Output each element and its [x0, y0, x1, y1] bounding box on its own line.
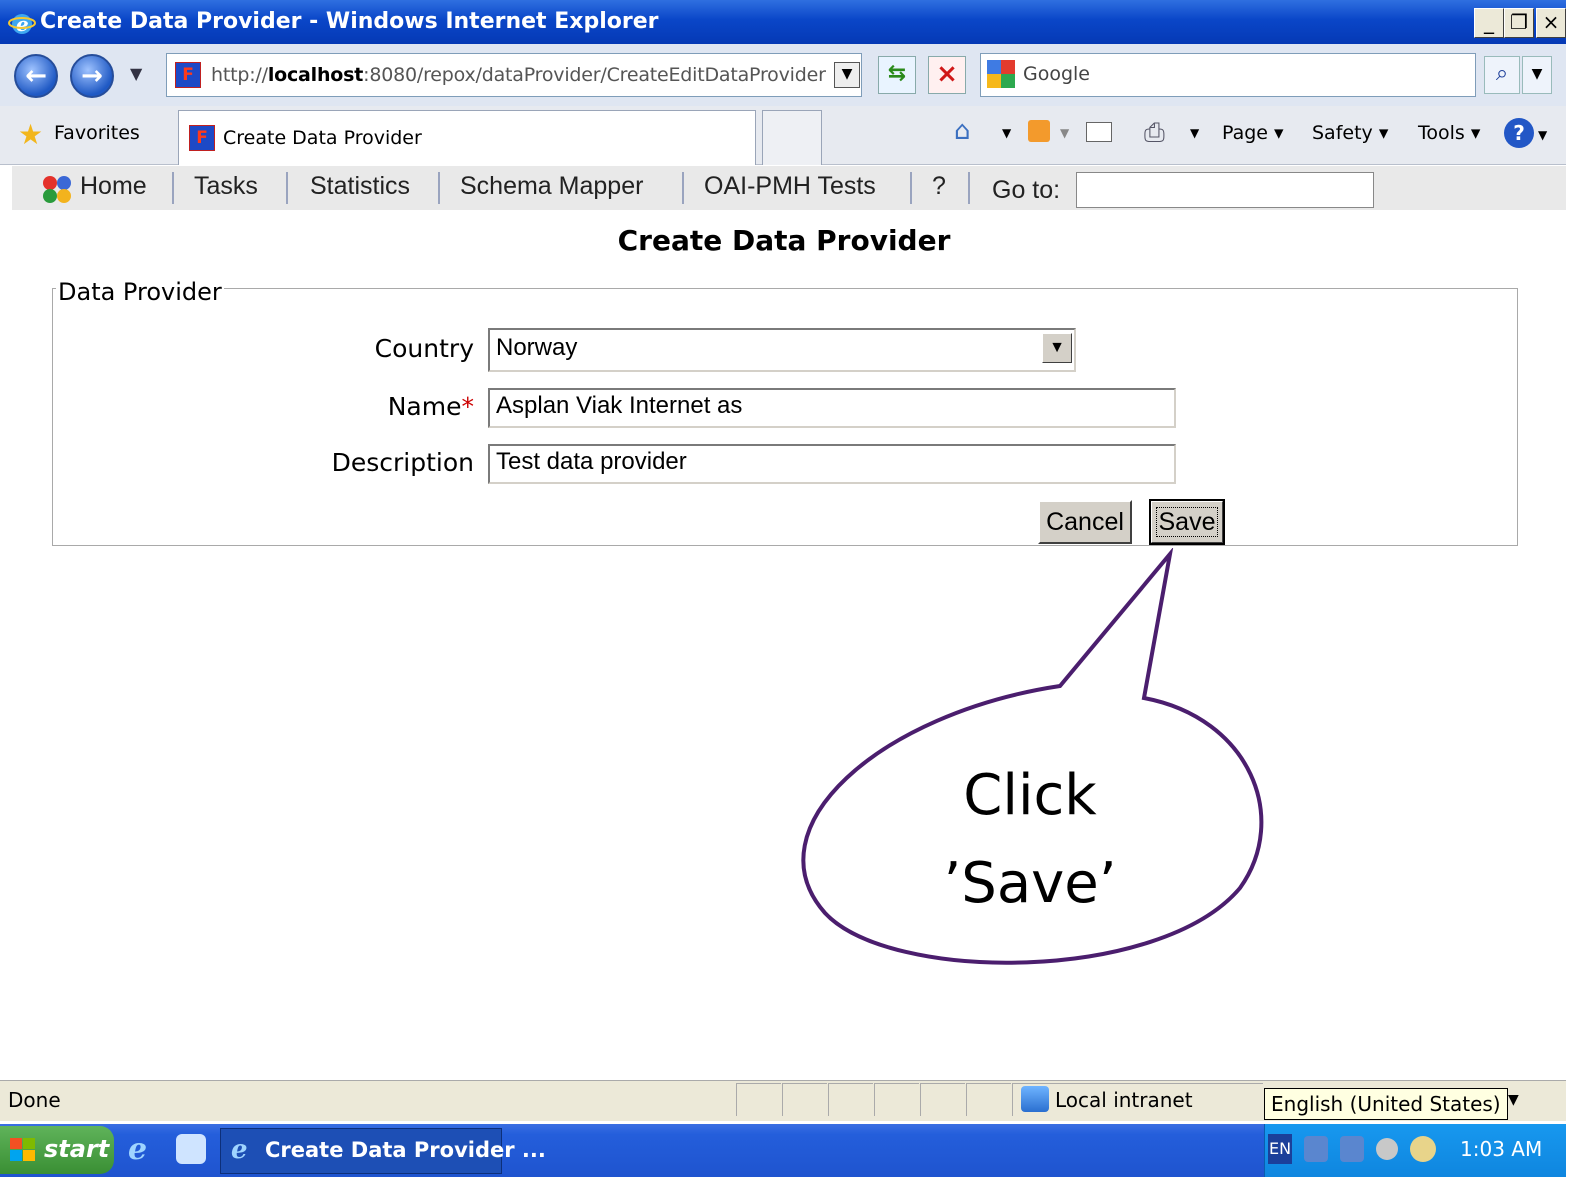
page-menu[interactable]: Page ▾ [1222, 122, 1284, 144]
nav-separator [910, 172, 912, 204]
new-tab-button[interactable] [762, 110, 822, 165]
taskbar-ie-icon: e [231, 1135, 248, 1165]
country-label: Country [374, 334, 474, 363]
search-options-icon[interactable]: ▼ [1522, 56, 1552, 94]
history-dropdown-icon[interactable]: ▼ [130, 64, 142, 83]
quicklaunch-ie-icon[interactable]: e [128, 1132, 162, 1167]
callout-line-1: Click [963, 763, 1097, 828]
close-window-button[interactable]: × [1536, 8, 1566, 38]
tab-title: Create Data Provider [223, 127, 422, 149]
country-value: Norway [496, 334, 578, 361]
intranet-zone-icon [1021, 1086, 1049, 1112]
callout-line-2: ’Save’ [943, 851, 1117, 916]
page-title: Create Data Provider [617, 224, 951, 257]
refresh-icon[interactable]: ⇆ [878, 56, 916, 94]
status-text: Done [8, 1088, 61, 1112]
minimize-button[interactable]: _ [1474, 8, 1504, 38]
taskbar-item-label: Create Data Provider ... [265, 1138, 546, 1162]
zone-cell[interactable]: Local intranet [1012, 1083, 1263, 1116]
nav-separator [682, 172, 684, 204]
name-label: Name* [387, 392, 475, 421]
nav-home[interactable]: Home [80, 172, 147, 201]
required-marker: * [461, 392, 475, 421]
search-placeholder: Google [1023, 63, 1091, 85]
help-icon[interactable]: ? [1504, 118, 1534, 148]
goto-label: Go to: [992, 176, 1061, 204]
nav-separator [286, 172, 288, 204]
zone-text: Local intranet [1055, 1088, 1193, 1112]
network-icon[interactable] [1304, 1136, 1328, 1162]
start-button[interactable]: start [0, 1126, 114, 1174]
save-button[interactable]: Save [1149, 499, 1225, 545]
nav-separator [968, 172, 970, 204]
nav-help[interactable]: ? [932, 172, 946, 201]
nav-statistics[interactable]: Statistics [310, 172, 410, 201]
status-cell [920, 1083, 965, 1116]
window-title-bar[interactable]: e Create Data Provider - Windows Interne… [0, 0, 1568, 44]
safety-menu[interactable]: Safety ▾ [1312, 122, 1388, 144]
browser-tab-active[interactable]: F Create Data Provider [178, 110, 756, 165]
description-label: Description [331, 448, 474, 477]
chevron-down-icon[interactable]: ▼ [1042, 333, 1072, 363]
search-input[interactable]: Google [980, 53, 1476, 97]
callout-text: Click ’Save’ [930, 752, 1130, 928]
back-arrow-icon[interactable]: ← [14, 54, 58, 98]
status-cell [782, 1083, 827, 1116]
country-select[interactable]: Norway ▼ [488, 328, 1076, 372]
language-indicator[interactable]: EN [1268, 1134, 1292, 1164]
nav-separator [438, 172, 440, 204]
window-edge [1566, 0, 1581, 1177]
favorites-star-icon[interactable]: ★ [18, 118, 43, 151]
forward-arrow-icon[interactable]: → [70, 54, 114, 98]
network-icon-2[interactable] [1340, 1136, 1364, 1162]
print-icon[interactable]: ⎙ [1144, 118, 1165, 149]
nav-separator [172, 172, 174, 204]
print-dropdown-icon[interactable]: ▼ [1190, 126, 1199, 140]
windows-logo-icon [10, 1138, 36, 1162]
maximize-button[interactable]: ❐ [1504, 8, 1534, 38]
read-mail-icon[interactable] [1086, 122, 1112, 142]
status-cell [828, 1083, 873, 1116]
search-icon[interactable]: ⌕ [1484, 56, 1520, 94]
volume-icon[interactable] [1376, 1138, 1398, 1160]
start-label: start [44, 1135, 110, 1163]
fieldset-legend: Data Provider [56, 278, 224, 306]
nav-schema-mapper[interactable]: Schema Mapper [460, 172, 643, 201]
google-logo-icon [987, 60, 1015, 88]
security-alert-icon[interactable] [1410, 1136, 1436, 1162]
address-dropdown-icon[interactable]: ▼ [834, 62, 860, 88]
help-dropdown-icon[interactable]: ▼ [1538, 128, 1547, 142]
tab-favicon-icon: F [189, 125, 215, 151]
description-input[interactable]: Test data provider [488, 444, 1176, 484]
nav-tasks[interactable]: Tasks [194, 172, 258, 201]
home-pinwheel-icon [40, 174, 74, 204]
taskbar-item-ie[interactable]: e Create Data Provider ... [220, 1128, 546, 1174]
favorites-button[interactable]: Favorites [54, 122, 140, 144]
home-icon[interactable]: ⌂ [954, 116, 971, 146]
nav-oai-pmh-tests[interactable]: OAI-PMH Tests [704, 172, 876, 201]
goto-input[interactable] [1076, 172, 1374, 208]
clock: 1:03 AM [1460, 1137, 1543, 1161]
tools-menu[interactable]: Tools ▾ [1418, 122, 1480, 144]
feeds-icon[interactable] [1028, 120, 1050, 142]
quicklaunch-desktop-icon[interactable] [176, 1134, 206, 1164]
status-cell [874, 1083, 919, 1116]
address-input[interactable]: F http://localhost:8080/repox/dataProvid… [166, 53, 862, 97]
status-cell [736, 1083, 781, 1116]
description-value: Test data provider [496, 448, 687, 475]
name-value: Asplan Viak Internet as [496, 392, 743, 419]
name-input[interactable]: Asplan Viak Internet as [488, 388, 1176, 428]
status-cell [966, 1083, 1011, 1116]
window-title: Create Data Provider - Windows Internet … [40, 9, 659, 34]
url-text: http://localhost:8080/repox/dataProvider… [211, 64, 826, 86]
stop-icon[interactable]: × [928, 56, 966, 94]
ie-logo-icon: e [8, 9, 36, 37]
language-tooltip: English (United States) [1264, 1088, 1508, 1120]
zoom-dropdown-icon[interactable]: ▼ [1508, 1092, 1519, 1108]
feeds-dropdown-icon[interactable]: ▼ [1060, 126, 1069, 140]
cancel-button[interactable]: Cancel [1038, 500, 1132, 544]
svg-text:e: e [16, 12, 29, 36]
repox-favicon-icon: F [175, 62, 201, 88]
home-dropdown-icon[interactable]: ▼ [1002, 126, 1011, 140]
